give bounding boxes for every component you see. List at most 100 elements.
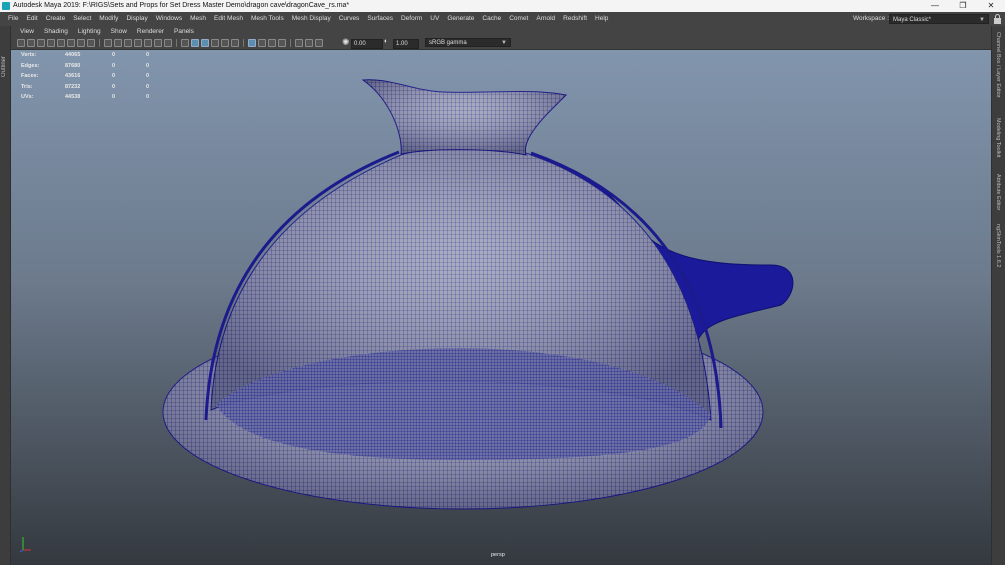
camera-label: persp bbox=[491, 552, 505, 558]
hud-label: Faces: bbox=[21, 73, 39, 79]
toolbar-tool-icon[interactable] bbox=[57, 39, 65, 47]
panel-menu-shading[interactable]: Shading bbox=[39, 27, 73, 37]
toolbar-tool-icon[interactable] bbox=[305, 39, 313, 47]
toolbar-tool-icon[interactable] bbox=[295, 39, 303, 47]
outliner-tab[interactable]: Outliner bbox=[1, 56, 7, 77]
menu-mesh[interactable]: Mesh bbox=[186, 12, 210, 26]
exposure-field[interactable]: 0.00 bbox=[351, 39, 383, 49]
panel-menu-view[interactable]: View bbox=[15, 27, 39, 37]
toolbar-tool-icon[interactable] bbox=[87, 39, 95, 47]
menu-arnold[interactable]: Arnold bbox=[532, 12, 559, 26]
toolbar-separator bbox=[176, 39, 177, 47]
hud-value: 0 bbox=[112, 83, 116, 90]
gamma-icon[interactable]: ◐ bbox=[384, 38, 388, 45]
panel-menu-panels[interactable]: Panels bbox=[169, 27, 199, 37]
toolbar-tool-icon[interactable] bbox=[268, 39, 276, 47]
hud-value: 0 bbox=[146, 73, 150, 79]
hud-value: 44538 bbox=[65, 94, 81, 100]
workspace-label: Workspace : bbox=[853, 15, 890, 22]
menu-uv[interactable]: UV bbox=[426, 12, 443, 26]
toolbar-tool-icon[interactable] bbox=[27, 39, 35, 47]
menu-file[interactable]: File bbox=[4, 12, 22, 26]
toolbar-tool-icon[interactable] bbox=[211, 39, 219, 47]
attribute-editor-tab[interactable]: Attribute Editor bbox=[995, 174, 1001, 210]
title-bar: Autodesk Maya 2019: F:\RIGS\Sets and Pro… bbox=[0, 0, 1005, 12]
toolbar-tool-icon[interactable] bbox=[248, 39, 256, 47]
toolbar-tool-icon[interactable] bbox=[134, 39, 142, 47]
exposure-icon[interactable]: ✺ bbox=[342, 37, 350, 48]
hud-value: 0 bbox=[146, 52, 150, 58]
panel-menu-lighting[interactable]: Lighting bbox=[73, 27, 106, 37]
menu-windows[interactable]: Windows bbox=[152, 12, 186, 26]
menu-mesh-tools[interactable]: Mesh Tools bbox=[247, 12, 288, 26]
menu-mesh-display[interactable]: Mesh Display bbox=[288, 12, 335, 26]
toolbar-tool-icon[interactable] bbox=[315, 39, 323, 47]
hud-label: UVs: bbox=[21, 94, 34, 100]
menu-create[interactable]: Create bbox=[42, 12, 70, 26]
toolbar-tool-icon[interactable] bbox=[154, 39, 162, 47]
3d-viewport[interactable]: Verts: 44065 0 0 Edges: 87680 0 0 Faces: 43616 0 0 T… bbox=[11, 50, 991, 565]
maximize-button[interactable]: ❐ bbox=[949, 0, 977, 12]
gamma-field[interactable]: 1.00 bbox=[393, 39, 419, 49]
menu-generate[interactable]: Generate bbox=[443, 12, 478, 26]
toolbar-tool-icon[interactable] bbox=[164, 39, 172, 47]
menu-select[interactable]: Select bbox=[69, 12, 95, 26]
menu-comet[interactable]: Comet bbox=[505, 12, 532, 26]
menu-redshift[interactable]: Redshift bbox=[559, 12, 591, 26]
menu-modify[interactable]: Modify bbox=[95, 12, 122, 26]
hud-label: Tris: bbox=[21, 83, 33, 90]
toolbar-tool-icon[interactable] bbox=[104, 39, 112, 47]
chevron-down-icon: ▼ bbox=[501, 40, 507, 46]
toolbar-tool-icon[interactable] bbox=[181, 39, 189, 47]
toolbar-tool-icon[interactable] bbox=[47, 39, 55, 47]
hud-value: 43616 bbox=[65, 73, 81, 79]
toolbar-tool-icon[interactable] bbox=[278, 39, 286, 47]
toolbar-tool-icon[interactable] bbox=[191, 39, 199, 47]
minimize-button[interactable]: — bbox=[921, 0, 949, 12]
toolbar-tool-icon[interactable] bbox=[201, 39, 209, 47]
hud-value: 44065 bbox=[65, 52, 81, 58]
window-title: Autodesk Maya 2019: F:\RIGS\Sets and Pro… bbox=[13, 2, 350, 9]
channel-box-tab[interactable]: Channel Box / Layer Editor bbox=[995, 32, 1001, 98]
menu-display[interactable]: Display bbox=[122, 12, 151, 26]
lock-icon[interactable] bbox=[993, 14, 1002, 24]
hud-value: 0 bbox=[146, 62, 150, 69]
panel-toolbar: ✺ 0.00 ◐ 1.00 sRGB gamma ▼ bbox=[11, 37, 991, 50]
menu-curves[interactable]: Curves bbox=[335, 12, 364, 26]
chevron-down-icon: ▼ bbox=[979, 17, 985, 23]
ngskintools-tab[interactable]: ngSkinTools 1.6.2 bbox=[995, 224, 1001, 267]
color-space-dropdown[interactable]: sRGB gamma ▼ bbox=[425, 38, 511, 47]
hud-value: 0 bbox=[146, 83, 150, 90]
modeling-toolkit-tab[interactable]: Modeling Toolkit bbox=[995, 118, 1001, 157]
toolbar-separator bbox=[290, 39, 291, 47]
toolbar-tool-icon[interactable] bbox=[37, 39, 45, 47]
toolbar-tool-icon[interactable] bbox=[258, 39, 266, 47]
menu-edit[interactable]: Edit bbox=[22, 12, 41, 26]
toolbar-tool-icon[interactable] bbox=[144, 39, 152, 47]
menu-help[interactable]: Help bbox=[591, 12, 612, 26]
menu-edit-mesh[interactable]: Edit Mesh bbox=[210, 12, 247, 26]
toolbar-tool-icon[interactable] bbox=[77, 39, 85, 47]
toolbar-separator bbox=[99, 39, 100, 47]
menu-deform[interactable]: Deform bbox=[397, 12, 426, 26]
hud-value: 87680 bbox=[65, 62, 81, 69]
workspace-value: Maya Classic* bbox=[893, 17, 932, 23]
toolbar-tool-icon[interactable] bbox=[231, 39, 239, 47]
axis-indicator-icon bbox=[19, 537, 31, 553]
workspace-dropdown[interactable]: Maya Classic* ▼ bbox=[889, 14, 989, 24]
panel-menu-renderer[interactable]: Renderer bbox=[132, 27, 169, 37]
toolbar-separator bbox=[243, 39, 244, 47]
hud-value: 0 bbox=[146, 94, 150, 100]
hud-label: Edges: bbox=[21, 62, 40, 69]
toolbar-tool-icon[interactable] bbox=[67, 39, 75, 47]
close-button[interactable]: ✕ bbox=[977, 0, 1005, 12]
menu-surfaces[interactable]: Surfaces bbox=[363, 12, 397, 26]
menu-cache[interactable]: Cache bbox=[478, 12, 505, 26]
panel-menu-show[interactable]: Show bbox=[106, 27, 132, 37]
hud-value: 0 bbox=[112, 94, 116, 100]
toolbar-tool-icon[interactable] bbox=[124, 39, 132, 47]
toolbar-tool-icon[interactable] bbox=[17, 39, 25, 47]
toolbar-tool-icon[interactable] bbox=[221, 39, 229, 47]
toolbar-tool-icon[interactable] bbox=[114, 39, 122, 47]
cave-mesh[interactable] bbox=[11, 50, 991, 565]
